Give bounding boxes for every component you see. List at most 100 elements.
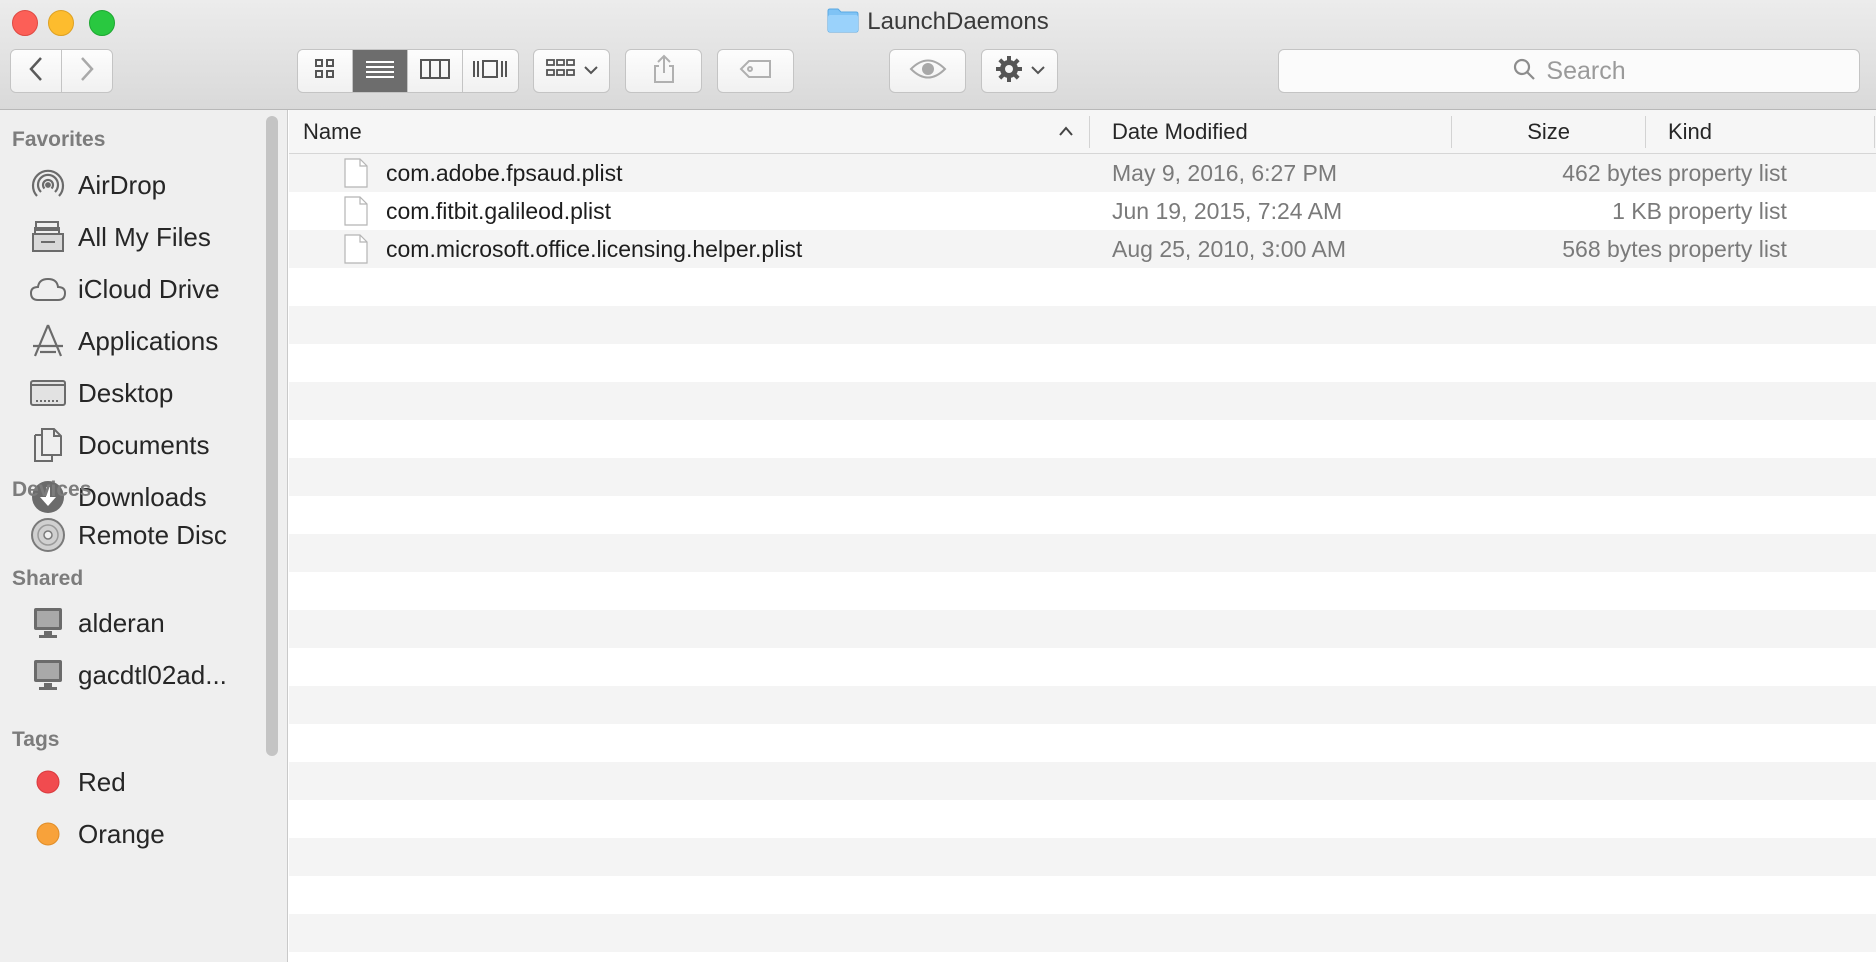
file-row[interactable]: com.microsoft.office.licensing.helper.pl… xyxy=(289,230,1876,268)
disc-icon xyxy=(28,515,68,555)
empty-row xyxy=(289,648,1876,686)
chevron-right-icon xyxy=(79,56,95,87)
cover-flow-view-button[interactable] xyxy=(463,50,518,92)
sidebar-header-favorites: Favorites xyxy=(12,128,106,151)
empty-row xyxy=(289,762,1876,800)
applications-icon xyxy=(28,321,68,361)
empty-row xyxy=(289,496,1876,534)
empty-row xyxy=(289,914,1876,952)
list-header: Name Date Modified Size Kind xyxy=(289,110,1876,154)
file-name: com.fitbit.galileod.plist xyxy=(386,198,611,224)
window-title-text: LaunchDaemons xyxy=(867,8,1049,35)
cover-flow-view-icon xyxy=(471,58,509,85)
sidebar-item-label: AirDrop xyxy=(78,169,167,200)
icon-view-button[interactable] xyxy=(298,50,353,92)
empty-row xyxy=(289,724,1876,762)
sidebar-item-icloud-drive[interactable]: iCloud Drive xyxy=(28,269,220,309)
arrange-button[interactable] xyxy=(533,49,610,93)
empty-row xyxy=(289,572,1876,610)
sidebar-item-documents[interactable]: Documents xyxy=(28,425,210,465)
quick-look-button[interactable] xyxy=(889,49,966,93)
file-date: Aug 25, 2010, 3:00 AM xyxy=(1112,236,1347,262)
sidebar-scrollbar[interactable] xyxy=(266,116,278,756)
file-row[interactable]: com.fitbit.galileod.plist Jun 19, 2015, … xyxy=(289,192,1876,230)
file-size: 1 KB xyxy=(1612,198,1662,224)
column-header-kind[interactable]: Kind xyxy=(1668,110,1712,154)
list-view-button[interactable] xyxy=(353,50,408,92)
sidebar-item-label: gacdtl02ad... xyxy=(78,659,227,690)
file-kind: property list xyxy=(1668,236,1787,262)
sidebar-item-label: Applications xyxy=(78,325,219,356)
column-separator[interactable] xyxy=(1451,116,1452,148)
empty-row xyxy=(289,420,1876,458)
file-name: com.microsoft.office.licensing.helper.pl… xyxy=(386,236,803,262)
toolbar: LaunchDaemons Search xyxy=(0,0,1876,110)
sidebar-item-airdrop[interactable]: AirDrop xyxy=(28,165,166,205)
sidebar-item-label: alderan xyxy=(78,607,165,638)
documents-icon xyxy=(28,425,68,465)
chevron-down-icon xyxy=(583,62,598,80)
tag-button[interactable] xyxy=(717,49,794,93)
empty-row xyxy=(289,838,1876,876)
sidebar-item-tag-orange[interactable]: Orange xyxy=(28,814,165,854)
empty-row xyxy=(289,800,1876,838)
tag-orange-dot-icon xyxy=(28,814,68,854)
eye-icon xyxy=(909,58,947,85)
empty-row xyxy=(289,382,1876,420)
empty-row xyxy=(289,876,1876,914)
column-separator[interactable] xyxy=(1874,116,1875,148)
sidebar-item-desktop[interactable]: Desktop xyxy=(28,373,173,413)
sidebar-item-label: Desktop xyxy=(78,377,174,408)
search-field[interactable]: Search xyxy=(1278,49,1860,93)
computer-icon xyxy=(28,655,68,695)
column-header-date-modified[interactable]: Date Modified xyxy=(1112,110,1248,154)
chevron-down-icon xyxy=(1030,62,1045,80)
sidebar-item-gacdtl02ad[interactable]: gacdtl02ad... xyxy=(28,655,227,695)
sidebar-header-shared: Shared xyxy=(12,567,84,590)
sidebar-item-label: Remote Disc xyxy=(78,519,227,550)
document-icon xyxy=(344,158,368,193)
all-files-icon xyxy=(28,217,68,257)
sidebar-item-label: Downloads xyxy=(78,481,207,512)
column-view-icon xyxy=(420,58,450,84)
desktop-icon xyxy=(28,373,68,413)
sidebar-item-remote-disc[interactable]: Remote Disc xyxy=(28,515,227,555)
file-date: Jun 19, 2015, 7:24 AM xyxy=(1112,198,1343,224)
sidebar-item-all-my-files[interactable]: All My Files xyxy=(28,217,211,257)
sidebar: Favorites AirDrop All My Files iCloud Dr… xyxy=(0,110,288,962)
search-icon xyxy=(1512,57,1536,86)
airdrop-icon xyxy=(28,165,68,205)
file-name: com.adobe.fpsaud.plist xyxy=(386,160,623,186)
chevron-left-icon xyxy=(28,56,44,87)
document-icon xyxy=(344,234,368,269)
column-header-name[interactable]: Name xyxy=(303,110,362,154)
column-header-size[interactable]: Size xyxy=(1527,110,1570,154)
sidebar-item-label: Documents xyxy=(78,429,210,460)
share-icon xyxy=(652,54,676,89)
empty-row xyxy=(289,458,1876,496)
column-separator[interactable] xyxy=(1089,116,1090,148)
share-button[interactable] xyxy=(625,49,702,93)
forward-button[interactable] xyxy=(61,50,112,92)
file-kind: property list xyxy=(1668,198,1787,224)
sidebar-header-tags: Tags xyxy=(12,728,60,751)
sidebar-item-label: Red xyxy=(78,766,126,797)
sidebar-item-tag-red[interactable]: Red xyxy=(28,762,126,802)
file-date: May 9, 2016, 6:27 PM xyxy=(1112,160,1338,186)
icon-view-icon xyxy=(314,58,336,85)
empty-row xyxy=(289,686,1876,724)
tag-icon xyxy=(739,59,773,84)
chevron-up-icon[interactable] xyxy=(1058,124,1074,143)
search-placeholder: Search xyxy=(1546,56,1626,85)
action-button[interactable] xyxy=(981,49,1058,93)
column-view-button[interactable] xyxy=(408,50,463,92)
computer-icon xyxy=(28,603,68,643)
column-separator[interactable] xyxy=(1645,116,1646,148)
file-row[interactable]: com.adobe.fpsaud.plist May 9, 2016, 6:27… xyxy=(289,154,1876,192)
view-mode-group xyxy=(297,49,519,93)
sidebar-item-applications[interactable]: Applications xyxy=(28,321,218,361)
sidebar-header-devices: Devices xyxy=(12,478,92,501)
file-kind: property list xyxy=(1668,160,1787,186)
sidebar-item-alderan[interactable]: alderan xyxy=(28,603,165,643)
back-button[interactable] xyxy=(11,50,62,92)
